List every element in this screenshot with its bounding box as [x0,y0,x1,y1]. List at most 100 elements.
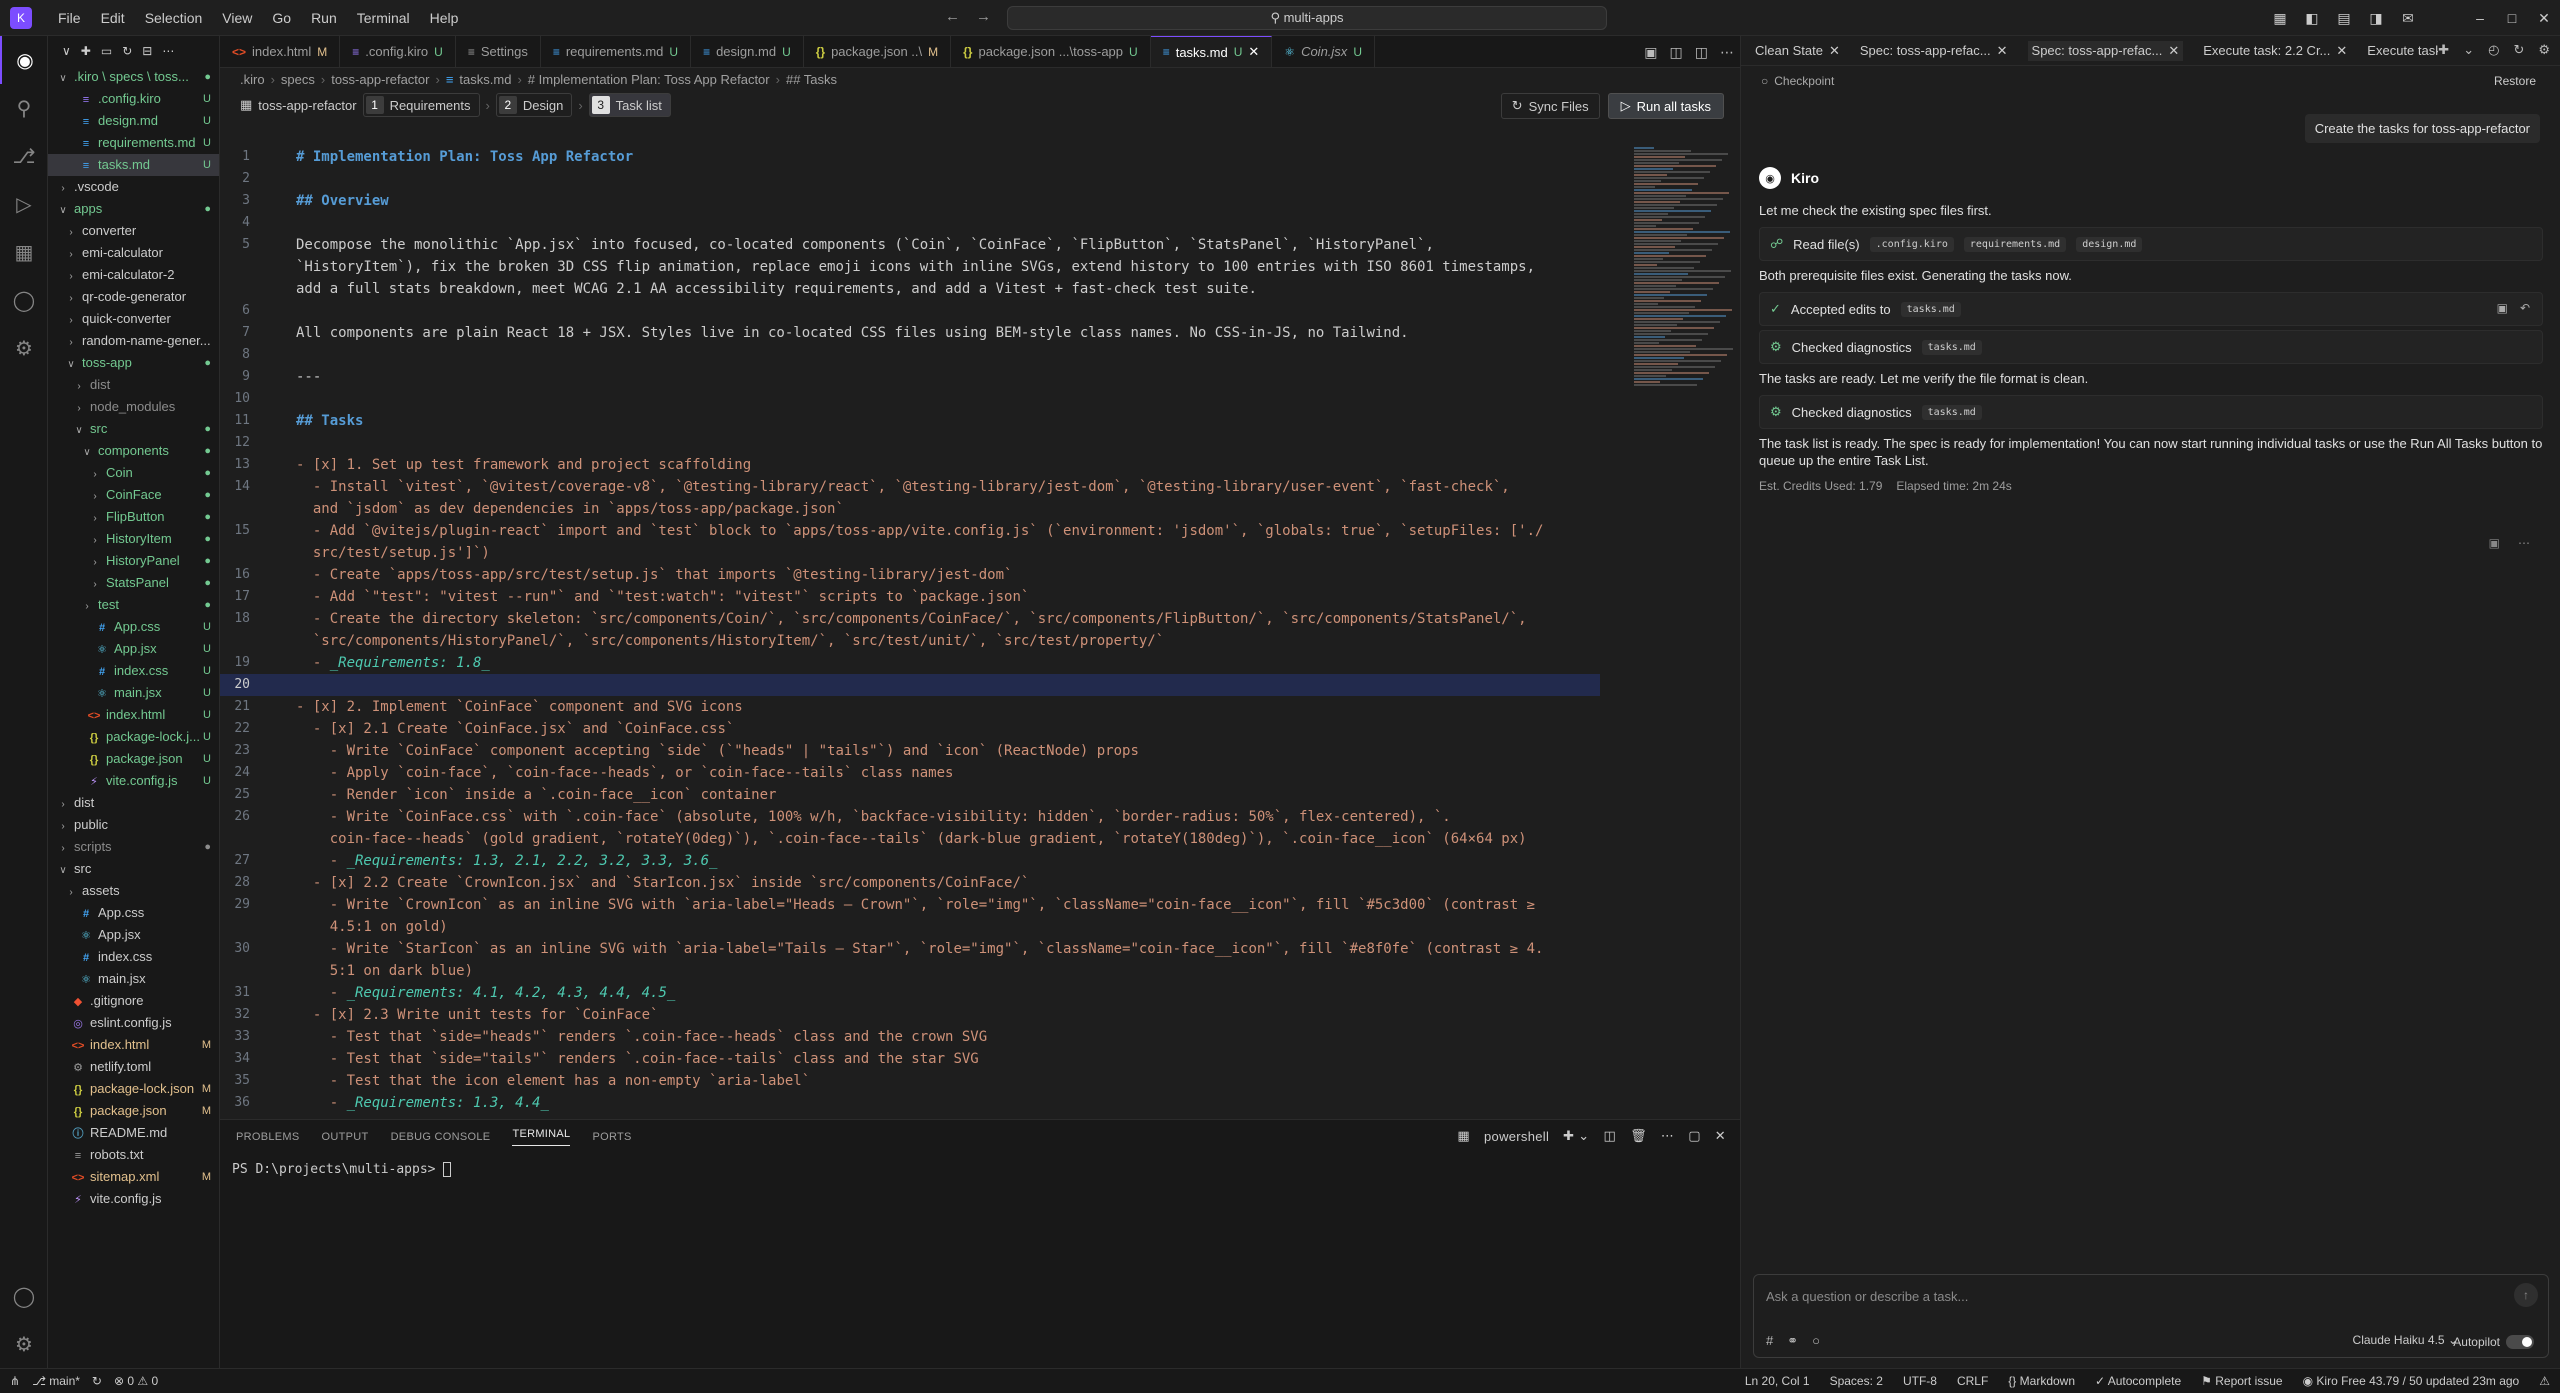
spec-step-requirements[interactable]: 1 Requirements [362,93,480,117]
restore-button[interactable]: Restore [2494,74,2536,88]
more-actions-icon[interactable]: ⋯ [162,44,174,58]
code-line[interactable]: 1 # Implementation Plan: Toss App Refacto… [220,146,1600,168]
code-line[interactable]: 3 ## Overview [220,190,1600,212]
chat-tab[interactable]: Execute task: 2.2 Cr... ✕ [2203,43,2347,59]
close-tab-icon[interactable]: ✕ [1997,43,2008,59]
file-item[interactable]: ⚛ main.jsx [48,968,219,990]
diagnostics-card[interactable]: ⚙ Checked diagnostics tasks.md [1759,395,2543,429]
code-line[interactable]: 13 - [x] 1. Set up test framework and pro… [220,454,1600,476]
folder-item[interactable]: ∨ toss-app ● [48,352,219,374]
folder-item[interactable]: › dist [48,792,219,814]
close-tab-icon[interactable]: ✕ [1248,44,1259,60]
panel-tab-output[interactable]: OUTPUT [322,1131,369,1143]
sidebar-toggle-icon[interactable]: ◧ [2296,10,2328,27]
code-line[interactable]: 24 - Apply `coin-face`, `coin-face--head… [220,762,1600,784]
code-line[interactable]: 14 - Install `vitest`, `@vitest/coverage… [220,476,1600,520]
compare-icon[interactable]: ◫ [1670,44,1683,61]
file-item[interactable]: ⚡ vite.config.js U [48,770,219,792]
ghost-icon[interactable]: ◯ [0,276,48,324]
accepted-edits-card[interactable]: ✓ Accepted edits to tasks.md ▣ ↶ [1759,292,2543,326]
chat-history-icon[interactable]: ◴ [2488,42,2499,58]
file-chip[interactable]: tasks.md [1900,301,1961,317]
remote-indicator-icon[interactable]: ⋔ [10,1374,20,1388]
copy-icon[interactable]: ▣ [2489,536,2500,550]
file-item[interactable]: ◎ eslint.config.js [48,1012,219,1034]
editor-tab[interactable]: {} package.json ...\toss-app U [951,36,1151,67]
trash-icon[interactable]: 🗑 [1630,1128,1647,1144]
file-item[interactable]: ≡ requirements.md U [48,132,219,154]
chat-toggle-icon[interactable]: ◨ [2360,10,2392,27]
folder-item[interactable]: › qr-code-generator [48,286,219,308]
layout-toggle-icon[interactable]: ▦ [2264,10,2296,27]
chat-overflow-icon[interactable]: ⌄ [2463,42,2474,58]
encoding[interactable]: UTF-8 [1903,1374,1937,1388]
chat-tab[interactable]: Spec: toss-app-refac... ✕ [1860,43,2008,59]
breadcrumb-item[interactable]: # Implementation Plan: Toss App Refactor [528,72,770,87]
breadcrumb-item[interactable]: toss-app-refactor [331,72,429,87]
editor-tab[interactable]: ≡ tasks.md U ✕ [1150,36,1273,67]
file-item[interactable]: ⚡ vite.config.js [48,1188,219,1210]
toggle-switch[interactable] [2506,1335,2534,1349]
chat-settings-icon[interactable]: ⚙ [2538,42,2550,58]
code-editor[interactable]: 1 # Implementation Plan: Toss App Refacto… [220,146,1600,1116]
folder-item[interactable]: › quick-converter [48,308,219,330]
code-line[interactable]: 22 - [x] 2.1 Create `CoinFace.jsx` and `… [220,718,1600,740]
folder-item[interactable]: ∨ components ● [48,440,219,462]
folder-item[interactable]: › Coin ● [48,462,219,484]
shell-name[interactable]: powershell [1484,1129,1549,1144]
line-endings[interactable]: CRLF [1957,1374,1988,1388]
code-line[interactable]: 23 - Write `CoinFace` component acceptin… [220,740,1600,762]
folder-item[interactable]: › dist [48,374,219,396]
code-line[interactable]: 7 All components are plain React 18 + JSX… [220,322,1600,344]
more-editor-actions-icon[interactable]: ⋯ [1720,44,1734,61]
spec-step-task-list[interactable]: 3 Task list [588,93,671,117]
folder-item[interactable]: › random-name-gener... [48,330,219,352]
file-item[interactable]: {} package.json M [48,1100,219,1122]
code-line[interactable]: 6 [220,300,1600,322]
code-line[interactable]: 35 - Test that the icon element has a no… [220,1070,1600,1092]
code-line[interactable]: 18 - Create the directory skeleton: `src… [220,608,1600,652]
code-line[interactable]: 28 - [x] 2.2 Create `CrownIcon.jsx` and … [220,872,1600,894]
maximize-panel-icon[interactable]: ▢ [1688,1128,1701,1144]
terminal-output[interactable]: PS D:\projects\multi-apps> [220,1154,1740,1177]
more-icon[interactable]: ⋯ [2518,536,2530,550]
sync-files-button[interactable]: ↻ Sync Files [1500,93,1600,119]
folder-item[interactable]: › public [48,814,219,836]
branch-indicator[interactable]: ⎇ main* [32,1374,80,1388]
folder-item[interactable]: › CoinFace ● [48,484,219,506]
menu-file[interactable]: File [48,10,91,26]
folder-item[interactable]: ∨ apps ● [48,198,219,220]
chat-refresh-icon[interactable]: ↻ [2513,42,2524,58]
editor-tab[interactable]: {} package.json ..\ M [804,36,952,67]
code-line[interactable]: 10 [220,388,1600,410]
run-debug-icon[interactable]: ▷ [0,180,48,228]
sync-status-icon[interactable]: ↻ [92,1374,102,1388]
file-item[interactable]: <> index.html U [48,704,219,726]
menu-run[interactable]: Run [301,10,347,26]
folder-item[interactable]: › emi-calculator [48,242,219,264]
editor-tab[interactable]: ⚛ Coin.jsx U [1272,36,1375,67]
breadcrumb-item[interactable]: ## Tasks [786,72,837,87]
file-item[interactable]: ≡ .config.kiro U [48,88,219,110]
autopilot-toggle[interactable]: Autopilot [2453,1335,2534,1349]
close-tab-icon[interactable]: ✕ [2336,43,2347,59]
code-line[interactable]: 5 Decompose the monolithic `App.jsx` into… [220,234,1600,300]
file-item[interactable]: ≡ design.md U [48,110,219,132]
folder-item[interactable]: › node_modules [48,396,219,418]
file-chip[interactable]: requirements.md [1963,236,2067,252]
breadcrumb-item[interactable]: .kiro [240,72,265,87]
code-line[interactable]: 32 - [x] 2.3 Write unit tests for `CoinF… [220,1004,1600,1026]
code-line[interactable]: 12 [220,432,1600,454]
close-window-icon[interactable]: ✕ [2528,10,2560,27]
file-item[interactable]: # App.css U [48,616,219,638]
open-preview-icon[interactable]: ▣ [1644,44,1657,61]
panel-tab-ports[interactable]: PORTS [592,1131,631,1143]
folder-item[interactable]: › assets [48,880,219,902]
file-item[interactable]: <> index.html M [48,1034,219,1056]
file-item[interactable]: ⚙ netlify.toml [48,1056,219,1078]
editor-tab[interactable]: ≡ Settings [456,36,541,67]
file-item[interactable]: ≡ robots.txt [48,1144,219,1166]
editor-tab[interactable]: ≡ requirements.md U [541,36,692,67]
report-issue[interactable]: ⚑ Report issue [2201,1374,2282,1388]
chat-input-box[interactable]: Ask a question or describe a task... ↑ #… [1753,1274,2549,1358]
